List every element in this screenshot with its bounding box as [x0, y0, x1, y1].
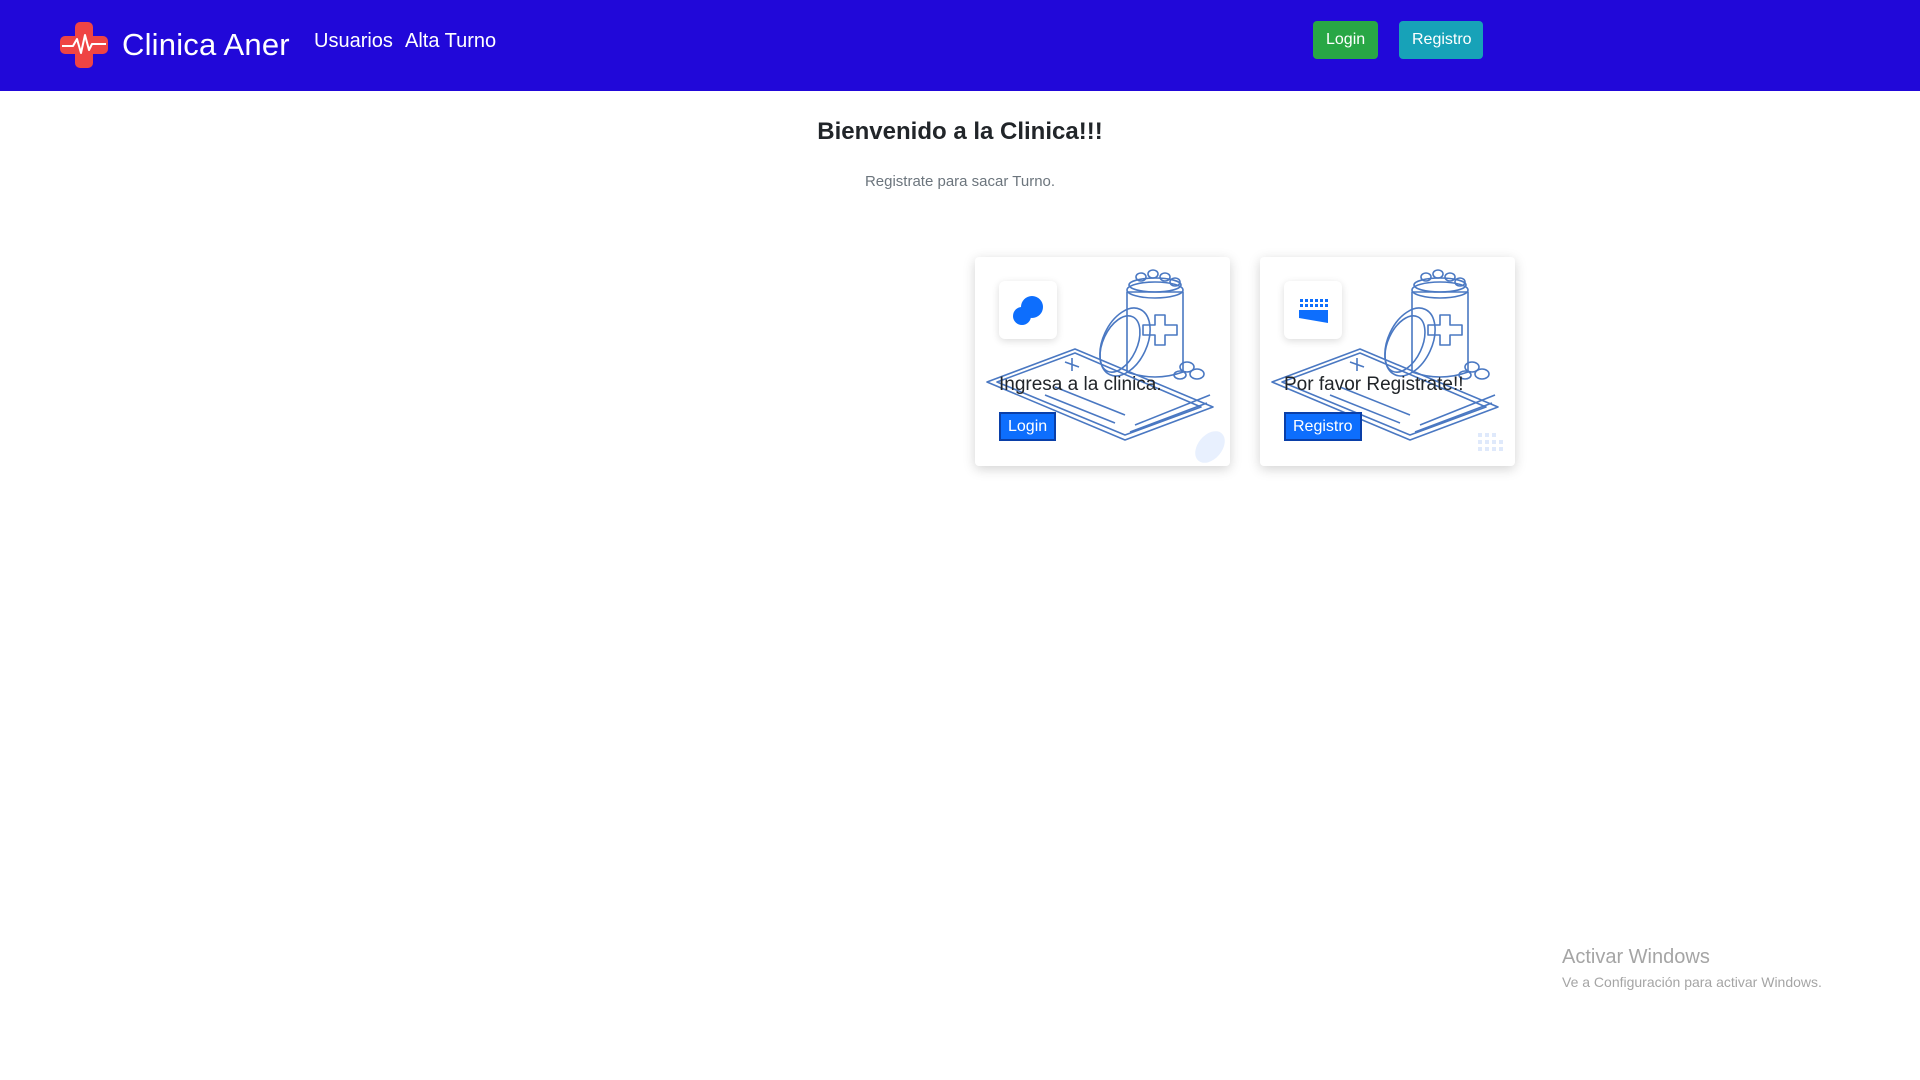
brand-name: Clinica Aner: [122, 27, 290, 62]
login-card: Ingresa a la clinica. Login: [975, 257, 1230, 466]
card-login-button[interactable]: Login: [999, 412, 1057, 441]
register-dots-icon: [1299, 299, 1328, 323]
login-card-icon-box: [999, 281, 1057, 339]
page-subtitle: Registrate para sacar Turno.: [864, 173, 1056, 190]
windows-activation-watermark: Activar Windows Ve a Configuración para …: [1562, 946, 1822, 990]
nav-link-alta-turno[interactable]: Alta Turno: [405, 30, 496, 53]
watermark-title: Activar Windows: [1562, 946, 1710, 968]
card-registro-button[interactable]: Registro: [1284, 412, 1362, 441]
login-button[interactable]: Login: [1313, 21, 1378, 59]
registro-button[interactable]: Registro: [1399, 21, 1483, 59]
watermark-subtitle: Ve a Configuración para activar Windows.: [1562, 974, 1822, 990]
login-card-text: Ingresa a la clinica.: [999, 374, 1162, 395]
brand[interactable]: Clinica Aner: [58, 20, 290, 70]
medical-cross-heartbeat-icon: [60, 22, 108, 68]
register-card-text: Por favor Registrate!!: [1284, 374, 1464, 395]
navbar: Clinica Aner Usuarios Alta Turno Login R…: [0, 0, 1920, 91]
login-blob-icon: [1013, 296, 1043, 325]
nav-link-usuarios[interactable]: Usuarios: [314, 30, 393, 53]
register-card-icon-box: [1284, 281, 1342, 339]
register-card: Por favor Registrate!! Registro: [1260, 257, 1515, 466]
page-title: Bienvenido a la Clinica!!!: [817, 118, 1103, 145]
